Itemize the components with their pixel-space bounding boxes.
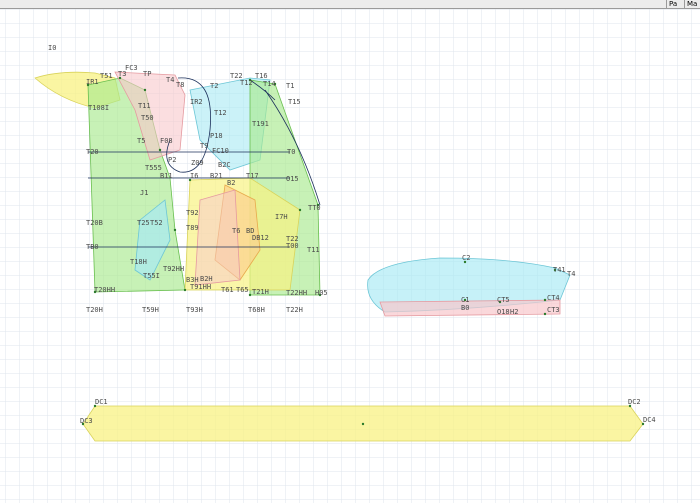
svg-text:TP: TP [143,70,151,78]
svg-text:H2: H2 [510,308,518,316]
svg-text:T17: T17 [246,172,259,180]
svg-text:T11: T11 [307,246,320,254]
svg-text:P18: P18 [210,132,223,140]
svg-text:T59H: T59H [142,306,159,314]
svg-text:T14: T14 [263,80,276,88]
svg-text:T93H: T93H [186,306,203,314]
svg-text:I7H: I7H [275,213,288,221]
svg-text:CT4: CT4 [547,294,560,302]
svg-text:T9: T9 [200,142,208,150]
svg-text:T25: T25 [137,219,150,227]
svg-text:T20HH: T20HH [94,286,115,294]
svg-text:IR1: IR1 [86,78,99,86]
svg-text:T108I: T108I [88,104,109,112]
svg-text:CT3: CT3 [547,306,560,314]
svg-text:O15: O15 [286,175,299,183]
svg-text:T4: T4 [567,270,575,278]
svg-text:DC4: DC4 [643,416,656,424]
svg-text:B0: B0 [461,304,469,312]
svg-text:T51: T51 [100,72,113,80]
svg-text:DC3: DC3 [80,417,93,425]
svg-text:T00: T00 [286,242,299,250]
svg-text:FC3: FC3 [125,64,138,72]
svg-text:T20H: T20H [86,306,103,314]
svg-text:DC2: DC2 [628,398,641,406]
svg-text:T11: T11 [138,102,151,110]
svg-text:T8: T8 [176,81,184,89]
svg-text:TB0: TB0 [86,243,99,251]
svg-text:T55I: T55I [143,272,160,280]
svg-text:T92: T92 [186,209,199,217]
svg-text:C2: C2 [462,254,470,262]
svg-text:T41: T41 [553,266,566,274]
pattern-canvas[interactable]: I0 FC3 T3 TP T4 T8 T2 T22 T12 T16 T14 T1… [0,0,700,503]
svg-text:T4: T4 [166,76,174,84]
svg-text:T6: T6 [232,227,240,235]
svg-text:DB12: DB12 [252,234,269,242]
svg-text:TT0: TT0 [308,204,321,212]
svg-text:T68H: T68H [248,306,265,314]
svg-text:Z09: Z09 [191,159,204,167]
pattern-piece-lower-back[interactable] [194,189,241,286]
svg-text:CT5: CT5 [497,296,510,304]
svg-text:T555: T555 [145,164,162,172]
svg-text:T12: T12 [214,109,227,117]
svg-text:B2: B2 [227,179,235,187]
svg-text:T52: T52 [150,219,163,227]
svg-text:T92HH: T92HH [163,265,184,273]
svg-text:T1: T1 [286,82,294,90]
svg-text:C1: C1 [461,296,469,304]
svg-text:T0: T0 [287,148,295,156]
svg-text:F08: F08 [160,137,173,145]
svg-text:T16: T16 [255,72,268,80]
svg-text:T20: T20 [86,148,99,156]
svg-text:T2: T2 [210,82,218,90]
svg-text:I6: I6 [190,172,198,180]
svg-text:B21: B21 [210,172,223,180]
svg-text:B2H: B2H [200,275,213,283]
svg-text:FC10: FC10 [212,147,229,155]
svg-text:J1: J1 [140,189,148,197]
label-origin: I0 [48,44,56,52]
svg-text:T12: T12 [240,79,253,87]
svg-text:T61: T61 [221,286,234,294]
pattern-piece-collar-stand[interactable] [379,299,561,317]
svg-text:T89: T89 [186,224,199,232]
svg-text:T5: T5 [137,137,145,145]
svg-text:T18H: T18H [130,258,147,266]
svg-text:T22H: T22H [286,306,303,314]
svg-text:T15: T15 [288,98,301,106]
svg-text:B2C: B2C [218,161,231,169]
svg-text:T91HH: T91HH [190,283,211,291]
svg-text:T3: T3 [118,70,126,78]
svg-text:DC1: DC1 [95,398,108,406]
svg-text:T22HH: T22HH [286,289,307,297]
svg-text:T21H: T21H [252,288,269,296]
svg-text:H05: H05 [315,289,328,297]
svg-text:T191: T191 [252,120,269,128]
svg-text:O18: O18 [497,308,510,316]
svg-text:T65: T65 [236,286,249,294]
svg-text:T20B: T20B [86,219,103,227]
svg-text:P2: P2 [168,156,176,164]
svg-text:T50: T50 [141,114,154,122]
svg-text:B11: B11 [160,172,173,180]
svg-text:IR2: IR2 [190,98,203,106]
